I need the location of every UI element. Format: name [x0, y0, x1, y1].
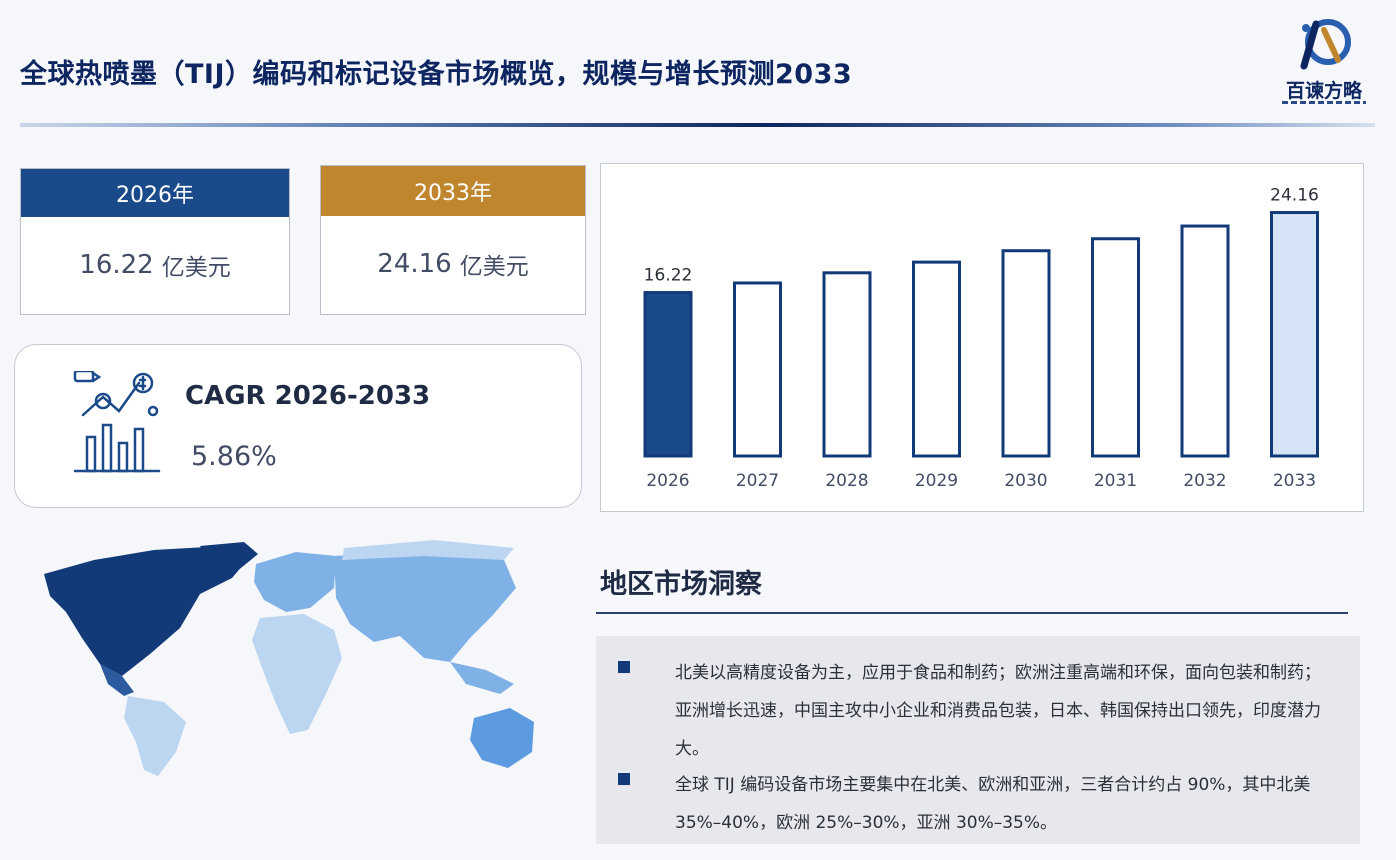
logo-text: 百谏方略: [1285, 80, 1362, 102]
map-southeast-asia: [450, 662, 514, 694]
map-africa: [252, 614, 342, 734]
x-tick-label-2028: 2028: [825, 471, 868, 491]
x-tick-label-2031: 2031: [1094, 471, 1137, 491]
region-bullet-text: 全球 TIJ 编码设备市场主要集中在北美、欧洲和亚洲，三者合计约占 90%，其中…: [675, 775, 1311, 833]
bar-2027: [733, 281, 782, 458]
x-tick-label-2027: 2027: [736, 471, 779, 491]
map-south-america: [124, 696, 186, 776]
map-europe: [254, 552, 336, 612]
bar-2030: [1001, 249, 1051, 458]
bar-2032: [1180, 224, 1230, 458]
bar-2029: [912, 260, 961, 458]
kpi-2033-year: 2033年: [321, 166, 585, 216]
map-australia: [470, 708, 534, 768]
growth-chart-icon: [73, 371, 161, 473]
kpi-2033-unit: 亿美元: [459, 254, 529, 280]
x-tick-label-2032: 2032: [1183, 471, 1226, 491]
bar-2031: [1091, 237, 1140, 458]
brand-logo: 百谏方略: [1276, 16, 1372, 108]
bullet-square-icon: [618, 661, 630, 673]
region-bullet-text: 北美以高精度设备为主，应用于食品和制药；欧洲注重高端和环保，面向包装和制药；亚洲…: [675, 663, 1321, 759]
x-tick-label-2026: 2026: [646, 471, 689, 491]
kpi-2026-unit: 亿美元: [161, 255, 231, 281]
x-tick-label-2033: 2033: [1273, 471, 1316, 491]
market-size-bar-chart: 2026 2027 2028 2029 2030 2031 2032 2033 16.22 24.…: [600, 163, 1364, 512]
kpi-2033-value: 24.16: [377, 249, 452, 279]
logo-subline: [1282, 101, 1366, 104]
bullet-square-icon: [618, 773, 630, 785]
data-label-2026: 16.22: [644, 266, 693, 286]
map-asia: [334, 550, 516, 662]
bar-2028: [822, 271, 872, 458]
page-title: 全球热喷墨（TIJ）编码和标记设备市场概览，规模与增长预测2033: [20, 59, 853, 90]
world-map-image: [44, 540, 534, 776]
cagr-label: CAGR 2026-2033: [185, 381, 431, 411]
bar-2033: [1270, 211, 1319, 458]
region-insights-heading: 地区市场洞察: [600, 569, 762, 600]
cagr-value: 5.86%: [191, 441, 277, 472]
bar-2026: [643, 291, 693, 458]
kpi-2026-card: 2026年 16.22 亿美元: [20, 168, 290, 315]
data-label-2033: 24.16: [1270, 186, 1319, 206]
kpi-2033-card: 2033年 24.16 亿美元: [320, 165, 586, 315]
kpi-2026-value: 16.22: [79, 250, 154, 280]
cagr-card: CAGR 2026-2033 5.86%: [14, 344, 582, 508]
x-tick-label-2030: 2030: [1004, 471, 1047, 491]
region-divider: [596, 612, 1348, 614]
bar-chart-svg: 2026 2027 2028 2029 2030 2031 2032 2033 16.22 24.…: [643, 186, 1319, 491]
logo-mark-icon: [1300, 19, 1351, 70]
x-tick-label-2029: 2029: [915, 471, 958, 491]
title-divider: [20, 123, 1375, 127]
region-insights-panel: 北美以高精度设备为主，应用于食品和制药；欧洲注重高端和环保，面向包装和制药；亚洲…: [596, 636, 1360, 844]
kpi-2026-year: 2026年: [21, 169, 289, 217]
